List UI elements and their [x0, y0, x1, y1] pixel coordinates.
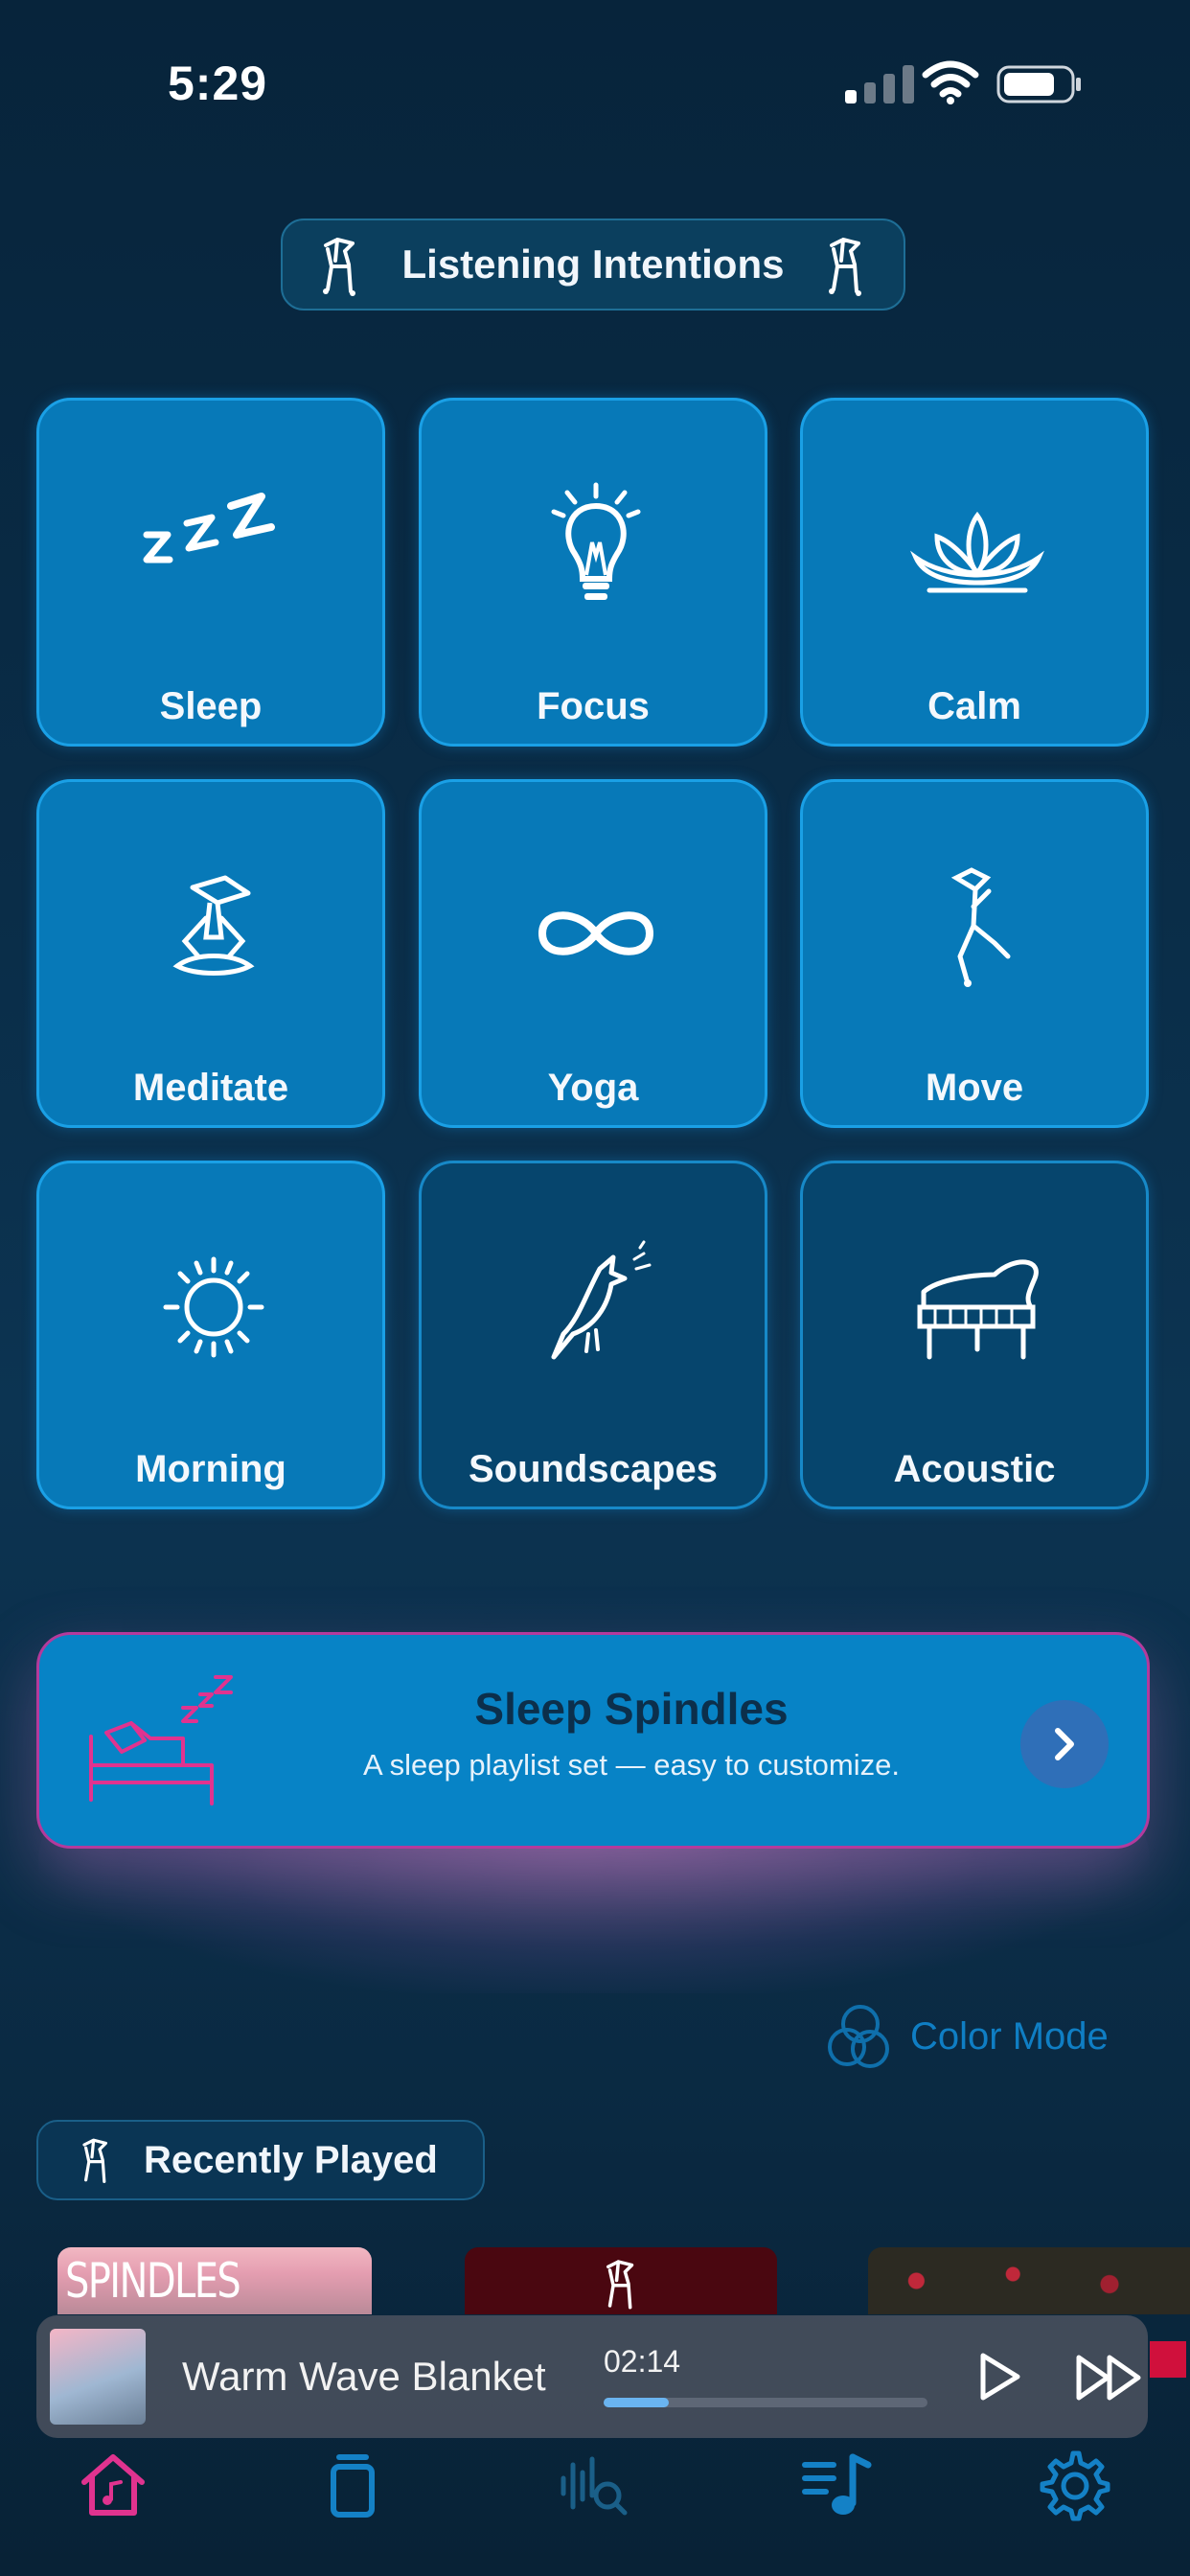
sound-search-icon[interactable] [554, 2446, 630, 2522]
intention-label: Calm [927, 685, 1021, 727]
mascot-icon [82, 2138, 107, 2183]
zzz-icon [143, 493, 275, 564]
intention-tile-sleep[interactable]: Sleep [36, 398, 385, 747]
color-mode-toggle[interactable]: Color Mode [826, 2003, 1109, 2070]
home-icon[interactable] [75, 2446, 151, 2522]
playlist-icon[interactable] [799, 2446, 876, 2522]
play-icon[interactable] [975, 2350, 1025, 2404]
sleep-spindles-banner[interactable]: Sleep Spindles A sleep playlist set — ea… [36, 1632, 1150, 1849]
lightbulb-icon [551, 482, 641, 600]
overlapping-circles-icon [828, 2005, 889, 2068]
intention-label: Sleep [159, 685, 263, 727]
mini-player[interactable]: Warm Wave Blanket 02:14 [36, 2315, 1148, 2438]
recent-album-thumbnail[interactable] [465, 2247, 777, 2314]
progress-bar[interactable] [604, 2398, 927, 2407]
recently-played-header: Recently Played [36, 2120, 485, 2200]
fast-forward-icon[interactable] [1075, 2354, 1144, 2402]
intention-label: Acoustic [893, 1448, 1056, 1490]
progress-fill [604, 2398, 669, 2407]
bird-icon [551, 1240, 652, 1360]
infinity-icon [538, 911, 654, 955]
mascot-icon [829, 238, 862, 296]
status-time: 5:29 [168, 57, 268, 110]
intention-tile-soundscapes[interactable]: Soundscapes [419, 1161, 767, 1509]
intention-label: Move [925, 1067, 1024, 1109]
intention-tile-calm[interactable]: Calm [800, 398, 1149, 747]
intention-tile-move[interactable]: Move [800, 779, 1149, 1128]
now-playing-artwork [50, 2329, 146, 2425]
banner-subtitle: A sleep playlist set — easy to customize… [363, 1748, 900, 1782]
meditating-figure-icon [172, 875, 255, 976]
mascot-icon [606, 2260, 634, 2310]
intention-tile-focus[interactable]: Focus [419, 398, 767, 747]
listening-intentions-header: Listening Intentions [281, 218, 905, 310]
banner-open-button[interactable] [1020, 1700, 1109, 1788]
dancing-figure-icon [950, 867, 1011, 987]
intention-tile-yoga[interactable]: Yoga [419, 779, 767, 1128]
album-thumbnail-text: SPINDLES [65, 2253, 241, 2309]
cellular-signal-icon [845, 65, 914, 104]
library-icon[interactable] [314, 2446, 391, 2522]
battery-icon [996, 65, 1081, 104]
recent-album-thumbnail-edge [1150, 2341, 1186, 2378]
elapsed-time: 02:14 [604, 2344, 681, 2379]
intention-tile-acoustic[interactable]: Acoustic [800, 1161, 1149, 1509]
wifi-icon [922, 60, 979, 104]
intention-tile-meditate[interactable]: Meditate [36, 779, 385, 1128]
intention-label: Meditate [132, 1067, 289, 1109]
recently-played-title: Recently Played [144, 2138, 438, 2181]
lotus-icon [909, 511, 1045, 593]
page-title: Listening Intentions [401, 242, 785, 287]
intention-label: Yoga [547, 1067, 639, 1109]
recent-album-thumbnail[interactable]: SPINDLES [57, 2247, 372, 2314]
mascot-icon [322, 238, 355, 296]
now-playing-title: Warm Wave Blanket [182, 2354, 546, 2399]
piano-icon [917, 1259, 1039, 1360]
chevron-right-icon [1055, 1728, 1074, 1760]
recent-album-thumbnail[interactable] [868, 2247, 1190, 2314]
sun-icon [163, 1256, 264, 1358]
banner-title: Sleep Spindles [474, 1684, 789, 1734]
intention-tile-morning[interactable]: Morning [36, 1161, 385, 1509]
intention-label: Soundscapes [468, 1448, 719, 1490]
color-mode-label: Color Mode [910, 2014, 1109, 2058]
intention-label: Focus [537, 685, 650, 727]
intention-label: Morning [135, 1448, 286, 1490]
settings-icon[interactable] [1035, 2446, 1111, 2522]
